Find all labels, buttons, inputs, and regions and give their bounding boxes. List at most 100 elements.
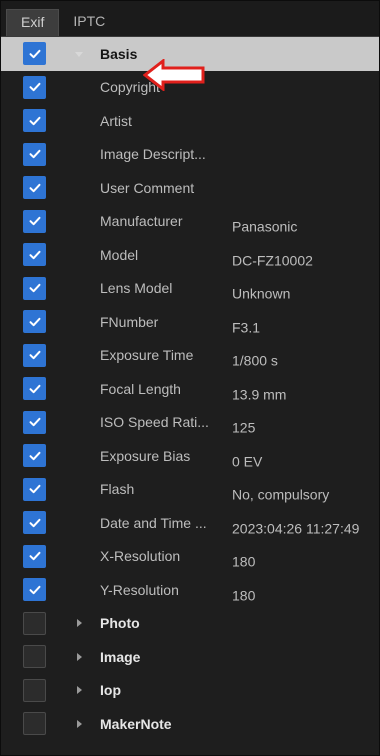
row-checkbox[interactable] — [23, 75, 46, 99]
field-label: Iop — [100, 682, 121, 699]
tree-group-row[interactable]: Iop — [1, 674, 379, 708]
triangle-right-icon[interactable] — [74, 685, 84, 695]
field-label: Artist — [100, 112, 132, 129]
field-label: User Comment — [100, 179, 195, 196]
checkmark-icon — [28, 47, 42, 61]
row-checkbox[interactable] — [23, 243, 46, 267]
tree-field-row[interactable]: Flash No, compulsory — [1, 473, 379, 507]
checkmark-icon — [28, 583, 42, 597]
field-value: 13.9 mm — [232, 386, 287, 403]
checkmark-icon — [28, 181, 42, 195]
row-checkbox[interactable] — [23, 343, 46, 367]
triangle-right-icon[interactable] — [74, 719, 84, 729]
checkmark-icon — [28, 449, 42, 463]
checkmark-icon — [28, 516, 42, 530]
checkmark-icon — [28, 80, 42, 94]
row-checkbox[interactable] — [23, 142, 46, 166]
tree-field-row[interactable]: Lens Model Unknown — [1, 272, 379, 306]
tree-field-row[interactable]: ISO Speed Rati... 125 — [1, 406, 379, 440]
triangle-right-icon[interactable] — [74, 652, 84, 662]
row-checkbox[interactable] — [23, 444, 46, 468]
exif-metadata-panel: Exif IPTC Basis Copyright Artist Image Descr… — [0, 0, 380, 756]
row-checkbox[interactable] — [23, 377, 46, 401]
row-checkbox[interactable] — [23, 410, 46, 434]
field-label: Image Descript... — [100, 146, 206, 163]
field-label: X-Resolution — [100, 548, 181, 565]
field-label: Exposure Bias — [100, 447, 191, 464]
field-label: Lens Model — [100, 280, 173, 297]
tree-field-row[interactable]: Date and Time ... 2023:04:26 11:27:49 — [1, 506, 379, 540]
row-checkbox[interactable] — [23, 176, 46, 200]
tree-field-row[interactable]: Y-Resolution 180 — [1, 573, 379, 607]
field-label: Y-Resolution — [100, 581, 179, 598]
field-value: DC-FZ10002 — [232, 252, 313, 269]
field-label: Model — [100, 246, 139, 263]
checkmark-icon — [28, 382, 42, 396]
tree-field-row[interactable]: Focal Length 13.9 mm — [1, 372, 379, 406]
field-value: 1/800 s — [232, 352, 278, 369]
field-value: F3.1 — [232, 319, 261, 336]
tree-field-row[interactable]: Exposure Bias 0 EV — [1, 439, 379, 473]
tree-field-row[interactable]: Exposure Time 1/800 s — [1, 339, 379, 373]
tree-group-row[interactable]: Image — [1, 640, 379, 674]
row-checkbox[interactable] — [23, 276, 46, 300]
field-label: Date and Time ... — [100, 514, 207, 531]
triangle-right-icon[interactable] — [74, 618, 84, 628]
red-arrow-icon — [143, 59, 205, 91]
row-checkbox[interactable] — [23, 645, 46, 669]
field-value: 0 EV — [232, 453, 263, 470]
tree-field-row[interactable]: User Comment — [1, 171, 379, 205]
triangle-down-icon[interactable] — [74, 49, 84, 59]
field-label: Manufacturer — [100, 213, 183, 230]
row-checkbox[interactable] — [23, 712, 46, 736]
field-value: Panasonic — [232, 218, 298, 235]
row-checkbox[interactable] — [23, 109, 46, 133]
row-checkbox[interactable] — [23, 544, 46, 568]
field-value: 2023:04:26 11:27:49 — [232, 520, 360, 537]
checkmark-icon — [28, 214, 42, 228]
tab-bar: Exif IPTC — [1, 1, 379, 37]
checkmark-icon — [28, 114, 42, 128]
checkmark-icon — [28, 315, 42, 329]
row-checkbox[interactable] — [23, 477, 46, 501]
tree-field-row[interactable]: Artist — [1, 104, 379, 138]
field-value: 180 — [232, 553, 256, 570]
row-checkbox[interactable] — [23, 310, 46, 334]
checkmark-icon — [28, 549, 42, 563]
checkmark-icon — [28, 147, 42, 161]
field-value: 180 — [232, 587, 256, 604]
field-label: Photo — [100, 615, 140, 632]
tree-field-row[interactable]: Model DC-FZ10002 — [1, 238, 379, 272]
checkmark-icon — [28, 415, 42, 429]
field-label: FNumber — [100, 313, 159, 330]
tree-group-row[interactable]: MakerNote — [1, 707, 379, 741]
tab-iptc[interactable]: IPTC — [59, 9, 119, 36]
field-label: MakerNote — [100, 715, 172, 732]
field-label: Focal Length — [100, 380, 181, 397]
field-value: 125 — [232, 419, 256, 436]
field-label: Exposure Time — [100, 347, 194, 364]
field-value: No, compulsory — [232, 486, 330, 503]
field-value: Unknown — [232, 285, 291, 302]
row-checkbox[interactable] — [23, 611, 46, 635]
field-label: Image — [100, 648, 141, 665]
row-checkbox[interactable] — [23, 209, 46, 233]
row-checkbox[interactable] — [23, 42, 46, 66]
field-label: Basis — [100, 45, 138, 62]
checkmark-icon — [28, 248, 42, 262]
checkmark-icon — [28, 348, 42, 362]
tab-exif[interactable]: Exif — [6, 9, 60, 36]
field-label: Flash — [100, 481, 135, 498]
checkmark-icon — [28, 281, 42, 295]
tree-field-row[interactable]: Image Descript... — [1, 138, 379, 172]
row-checkbox[interactable] — [23, 511, 46, 535]
tree-group-row[interactable]: Photo — [1, 607, 379, 641]
tree-field-row[interactable]: Manufacturer Panasonic — [1, 205, 379, 239]
metadata-tree: Basis Copyright Artist Image Descript... Use… — [1, 37, 379, 741]
tree-field-row[interactable]: X-Resolution 180 — [1, 540, 379, 574]
row-checkbox[interactable] — [23, 578, 46, 602]
checkmark-icon — [28, 482, 42, 496]
field-label: ISO Speed Rati... — [100, 414, 209, 431]
tree-field-row[interactable]: FNumber F3.1 — [1, 305, 379, 339]
row-checkbox[interactable] — [23, 678, 46, 702]
